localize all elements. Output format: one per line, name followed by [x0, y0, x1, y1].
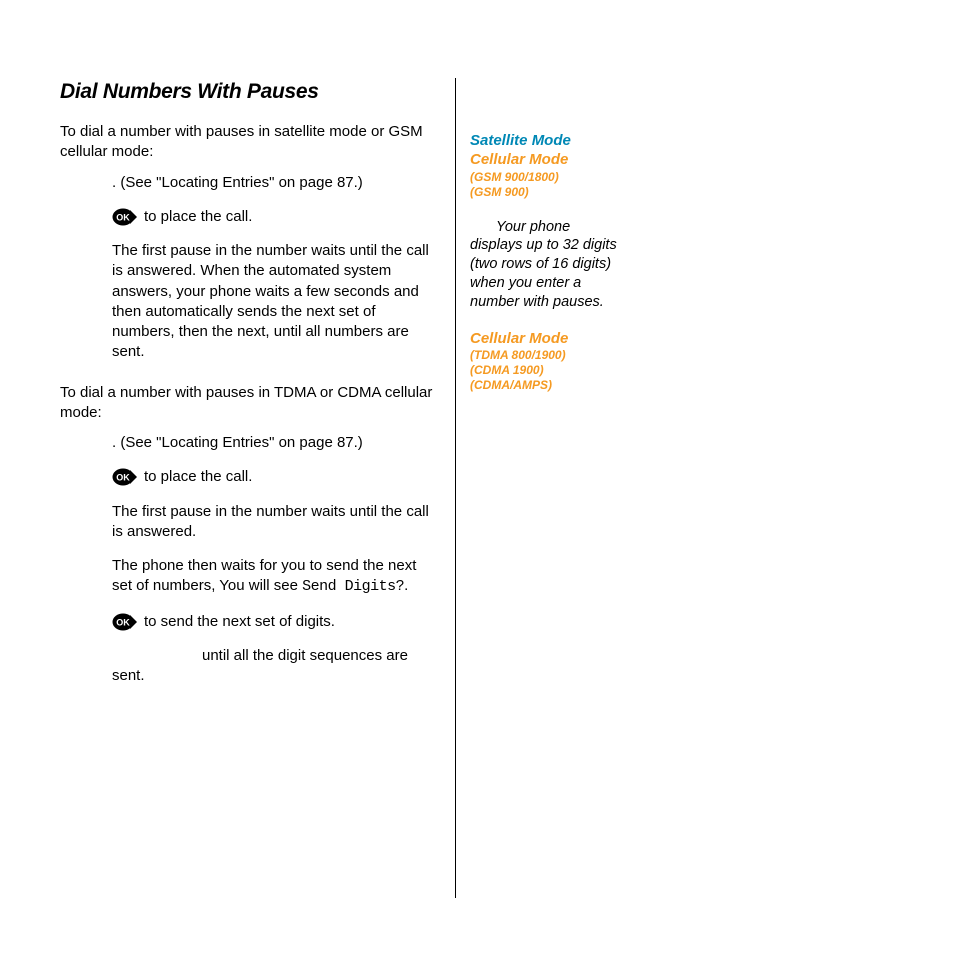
step-block-2: to place the call.: [60, 207, 433, 227]
sidebar-heading-cellular: Cellular Mode: [470, 151, 626, 170]
step-block-4: to place the call.: [60, 467, 433, 487]
intro-paragraph-2: To dial a number with pauses in TDMA or …: [60, 383, 433, 424]
sidebar-column: Satellite Mode Cellular Mode (GSM 900/18…: [456, 80, 626, 898]
sidebar-note: Your phone displays up to 32 digits (two…: [470, 218, 626, 312]
main-column: Dial Numbers With Pauses To dial a numbe…: [60, 80, 455, 898]
sidebar-subheading: (TDMA 800/1900): [470, 348, 626, 363]
content-wrapper: Dial Numbers With Pauses To dial a numbe…: [60, 80, 894, 898]
section-title: Dial Numbers With Pauses: [60, 80, 433, 104]
explain-paragraph: The phone then waits for you to send the…: [60, 556, 433, 598]
explain-paragraph: The first pause in the number waits unti…: [60, 241, 433, 363]
step-block-3: . (See "Locating Entries" on page 87.): [60, 433, 433, 453]
step-text: . (See "Locating Entries" on page 87.): [112, 434, 363, 451]
ok-icon: [112, 613, 138, 631]
sidebar-subheading: (CDMA 1900): [470, 363, 626, 378]
sidebar-subheading: (CDMA/AMPS): [470, 378, 626, 393]
step-block-1: . (See "Locating Entries" on page 87.): [60, 173, 433, 193]
step-text: to send the next set of digits.: [144, 612, 335, 632]
intro-paragraph-1: To dial a number with pauses in satellit…: [60, 122, 433, 163]
text-fragment: .: [404, 577, 408, 594]
ok-icon: [112, 468, 138, 486]
sidebar-subheading: (GSM 900): [470, 185, 626, 200]
page: Dial Numbers With Pauses To dial a numbe…: [0, 0, 954, 954]
lcd-text: Send Digits?: [302, 578, 404, 595]
ok-icon: [112, 208, 138, 226]
step-block-5: to send the next set of digits.: [60, 612, 433, 632]
step-text: to place the call.: [144, 207, 252, 227]
step-text: until all the digit sequences are sent.: [112, 647, 408, 684]
sidebar-heading-satellite: Satellite Mode: [470, 132, 626, 151]
explain-paragraph: The first pause in the number waits unti…: [60, 502, 433, 543]
step-text: to place the call.: [144, 467, 252, 487]
sidebar-heading-cellular: Cellular Mode: [470, 330, 626, 349]
step-block-6: until all the digit sequences are sent.: [60, 646, 433, 687]
step-text: . (See "Locating Entries" on page 87.): [112, 174, 363, 191]
sidebar-subheading: (GSM 900/1800): [470, 170, 626, 185]
